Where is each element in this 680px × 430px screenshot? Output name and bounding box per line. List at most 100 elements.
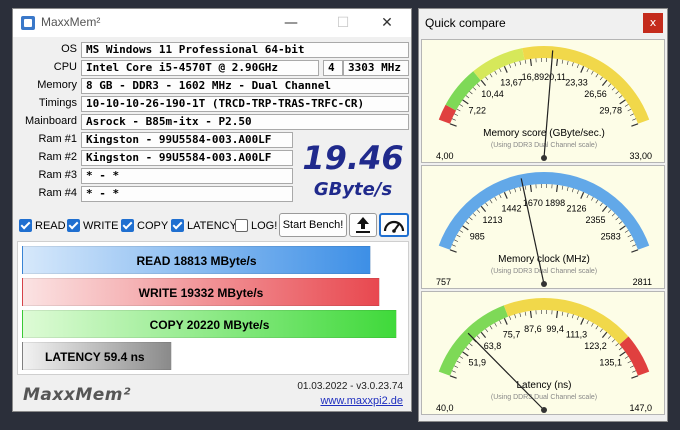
gauge-tick-mark — [459, 104, 464, 107]
gauge-tick-mark — [599, 202, 603, 207]
gauge-tick-label: 2583 — [601, 231, 621, 241]
gauge-tick-mark — [627, 360, 632, 364]
memory-label: Memory — [37, 79, 77, 91]
copy-checkbox[interactable]: COPY — [121, 219, 168, 232]
latency-checkbox-label: LATENCY — [187, 219, 237, 232]
os-label: OS — [61, 43, 77, 55]
gauge-tick-mark — [529, 184, 532, 192]
gauge-scale-band — [473, 48, 525, 81]
gauge-tick-mark — [571, 188, 574, 193]
write-checkbox[interactable]: WRITE — [67, 219, 118, 232]
gauge-hub — [541, 155, 547, 161]
gauge-tick-label: 75,7 — [503, 330, 521, 340]
gauge-tick-mark — [480, 205, 487, 212]
gauge-tick-mark — [561, 185, 564, 190]
website-link[interactable]: www.maxxpi2.de — [320, 395, 403, 407]
minimize-button[interactable]: — — [269, 9, 313, 37]
row-timings: Timings 10-10-10-26-190-1T (TRCD-TRP-TRA… — [17, 95, 409, 113]
gauge-tick-mark — [509, 64, 512, 69]
gauge-memory-score-dial: 7,22 10,44 13,67 16,89 20,11 23,33 26,56… — [436, 46, 652, 161]
latency-checkbox[interactable]: LATENCY — [171, 219, 237, 232]
gauge-tick-mark — [469, 343, 473, 347]
gauge-tick-mark — [619, 225, 626, 231]
cpu-field: Intel Core i5-4570T @ 2.90GHz — [81, 60, 319, 76]
checkbox-checked-icon — [121, 219, 134, 232]
app-icon — [21, 16, 35, 30]
copy-result-bar: COPY 20220 MByte/s — [22, 310, 397, 338]
gauge-tick-mark — [449, 249, 457, 253]
checkbox-checked-icon — [67, 219, 80, 232]
gauge-tick-mark — [449, 375, 457, 379]
gauge-tick-mark — [607, 83, 612, 87]
gauge-tick-mark — [632, 244, 637, 247]
gauge-tick-mark — [632, 370, 637, 373]
checkbox-checked-icon — [171, 219, 184, 232]
gauge-subtitle: (Using DDR3 Dual Channel scale) — [491, 394, 597, 401]
gauge-tick-mark — [561, 59, 564, 64]
gauge-tick-mark — [456, 234, 461, 238]
gauge-tick-label: 10,44 — [481, 89, 504, 99]
gauge-tick-mark — [456, 108, 461, 112]
gauge-tick-mark — [465, 95, 470, 99]
gauge-tick-label: 26,56 — [584, 89, 607, 99]
gauge-latency: 51,9 63,8 75,7 87,6 99,4 111,3 123,2 135… — [421, 291, 665, 415]
gauge-tick-label: 2355 — [585, 215, 605, 225]
gauge-tick-label: 87,6 — [524, 324, 542, 334]
gauge-tick-mark — [615, 217, 619, 221]
gauge-tick-mark — [556, 58, 559, 66]
gauge-tick-mark — [556, 310, 559, 318]
gauge-tick-mark — [451, 244, 456, 247]
gauge-tick-mark — [618, 221, 623, 225]
read-checkbox[interactable]: READ — [19, 219, 66, 232]
gauge-tick-mark — [449, 123, 457, 127]
gauge-subtitle: (Using DDR3 Dual Channel scale) — [491, 268, 597, 275]
gauge-tick-label: 51,9 — [469, 357, 487, 367]
gauge-tick-mark — [607, 209, 612, 213]
gauge-tick-mark — [632, 118, 637, 121]
copy-checkbox-label: COPY — [137, 219, 169, 232]
gauge-tick-mark — [514, 314, 517, 319]
gauge-tick-label: 16,89 — [522, 72, 545, 82]
gauge-tick-label: 135,1 — [599, 357, 622, 367]
gauge-tick-mark — [462, 351, 469, 357]
gauge-title: Latency (ns) — [516, 380, 571, 391]
gauge-tick-mark — [494, 70, 497, 75]
write-checkbox-label: WRITE — [83, 219, 119, 232]
quick-compare-close-button[interactable]: x — [643, 13, 663, 33]
close-button[interactable]: ✕ — [365, 9, 409, 37]
gauge-tick-mark — [566, 312, 569, 317]
title-bar[interactable]: MaxxMem² — ☐ ✕ — [13, 9, 411, 37]
gauge-tick-mark — [611, 213, 616, 217]
gauge-tick-mark — [595, 199, 599, 204]
log-checkbox[interactable]: LOG! — [235, 219, 277, 232]
row-ram4: Ram #4 * - * — [17, 185, 297, 203]
gauge-tick-mark — [624, 104, 629, 107]
brand-logo: MaxxMem² — [23, 385, 131, 405]
gauge-tick-label: 2126 — [566, 204, 586, 214]
start-bench-button[interactable]: Start Bench! — [279, 213, 347, 237]
gauge-tick-mark — [456, 360, 461, 364]
mainboard-field: Asrock - B85m-itx - P2.50 — [81, 114, 409, 130]
gauge-tick-mark — [619, 99, 626, 105]
gauge-tick-label: 29,78 — [599, 105, 622, 115]
quick-compare-button[interactable] — [379, 213, 409, 237]
gauge-tick-mark — [624, 356, 629, 359]
gauge-tick-mark — [503, 65, 508, 73]
gauge-tick-mark — [485, 76, 489, 81]
gauge-tick-mark — [591, 322, 594, 327]
gauge-max-label: 147,0 — [629, 403, 652, 413]
gauge-tick-mark — [576, 316, 579, 321]
quick-compare-window: Quick compare x 7,22 10,44 13,67 16,89 2… — [418, 8, 668, 422]
window-title: MaxxMem² — [41, 15, 101, 29]
read-result-bar: READ 18813 MByte/s — [22, 246, 371, 274]
gauge-tick-mark — [454, 239, 459, 242]
checkbox-unchecked-icon — [235, 219, 248, 232]
upload-button[interactable] — [349, 213, 377, 237]
os-field: MS Windows 11 Professional 64-bit — [81, 42, 409, 58]
gauge-tick-label: 123,2 — [584, 341, 607, 351]
ram2-label: Ram #2 — [38, 151, 77, 163]
gauge-tick-mark — [465, 221, 470, 225]
score-display: 19.46 GByte/s — [301, 135, 405, 205]
gauge-tick-mark — [503, 317, 508, 325]
maximize-button[interactable]: ☐ — [321, 9, 365, 37]
